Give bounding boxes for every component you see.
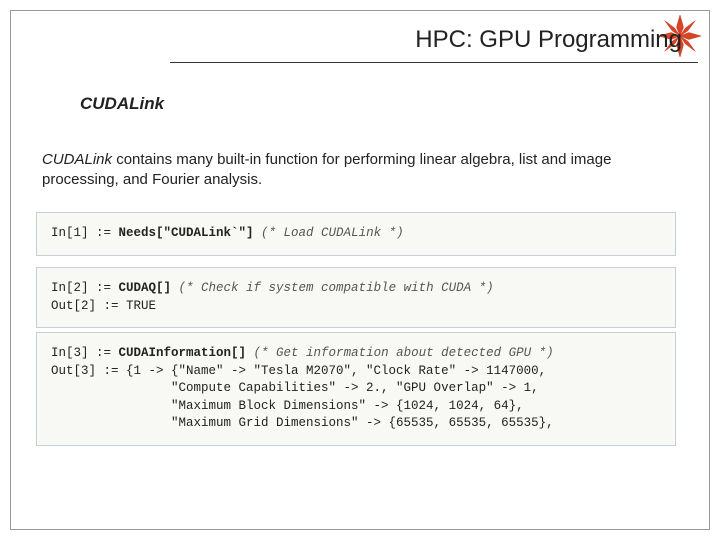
code-block-2: In[2] := CUDAQ[] (* Check if system comp… — [36, 267, 676, 328]
code2-comment: (* Check if system compatible with CUDA … — [171, 281, 494, 295]
title-underline — [170, 62, 698, 63]
body-paragraph: CUDALink contains many built-in function… — [42, 150, 672, 191]
code-block-1: In[1] := Needs["CUDALink`"] (* Load CUDA… — [36, 212, 676, 256]
code2-line2: Out[2] := TRUE — [51, 299, 156, 313]
code3-line2: Out[3] := {1 -> {"Name" -> "Tesla M2070"… — [51, 364, 546, 378]
code1-bold: Needs["CUDALink`"] — [119, 226, 254, 240]
body-em: CUDALink — [42, 151, 112, 168]
page-title: HPC: GPU Programming — [170, 26, 694, 58]
code1-comment: (* Load CUDALink *) — [254, 226, 404, 240]
body-rest: contains many built-in function for perf… — [42, 151, 611, 188]
code3-line4: "Maximum Block Dimensions" -> {1024, 102… — [51, 399, 524, 413]
code2-pre: In[2] := — [51, 281, 119, 295]
code3-line3: "Compute Capabilities" -> 2., "GPU Overl… — [51, 381, 539, 395]
code3-pre: In[3] := — [51, 346, 119, 360]
code1-pre: In[1] := — [51, 226, 119, 240]
section-subtitle: CUDALink — [80, 94, 164, 114]
code-block-3: In[3] := CUDAInformation[] (* Get inform… — [36, 332, 676, 446]
code2-bold: CUDAQ[] — [119, 281, 172, 295]
code3-line5: "Maximum Grid Dimensions" -> {65535, 655… — [51, 416, 554, 430]
code3-comment: (* Get information about detected GPU *) — [246, 346, 554, 360]
code3-bold: CUDAInformation[] — [119, 346, 247, 360]
header: HPC: GPU Programming — [170, 26, 694, 63]
